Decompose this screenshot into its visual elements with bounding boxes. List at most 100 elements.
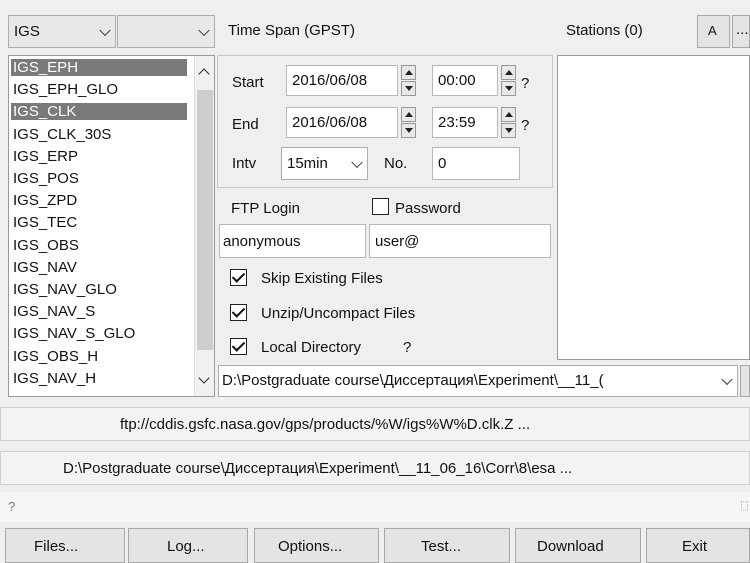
list-scrollbar[interactable] bbox=[194, 56, 214, 396]
data-type-item[interactable]: IGS_TEC bbox=[11, 214, 187, 231]
data-type-item[interactable]: IGS_CLK_30S bbox=[11, 126, 187, 143]
downloader-window: IGS IGS_EPH IGS_EPH_GLO IGS_CLK IGS_CLK_30S… bbox=[0, 0, 750, 563]
url-bar: ftp://cddis.gsfc.nasa.gov/gps/products/%… bbox=[0, 407, 750, 441]
no-label: No. bbox=[384, 155, 408, 172]
stations-all-label: A bbox=[708, 23, 717, 38]
status-text: ? bbox=[8, 499, 16, 514]
files-button[interactable]: Files... bbox=[5, 528, 125, 563]
spin-down-icon[interactable] bbox=[401, 123, 416, 138]
local-directory-label: Local Directory bbox=[261, 339, 362, 356]
data-type-item[interactable]: IGS_NAV_S bbox=[11, 303, 187, 320]
end-help[interactable]: ? bbox=[521, 117, 529, 134]
options-button-label: Options... bbox=[278, 538, 343, 555]
start-time-field[interactable]: 00:00 bbox=[432, 65, 498, 96]
path-text: D:\Postgraduate course\Диссертация\Exper… bbox=[63, 460, 573, 477]
data-type-item[interactable]: IGS_EPH_GLO bbox=[11, 81, 187, 98]
local-directory-value: D:\Postgraduate course\Диссертация\Exper… bbox=[222, 372, 604, 389]
stations-list[interactable] bbox=[557, 55, 750, 360]
scroll-up-icon[interactable] bbox=[198, 68, 210, 80]
data-type-item[interactable]: IGS_ZPD bbox=[11, 192, 187, 209]
no-value: 0 bbox=[438, 155, 447, 172]
data-type-list[interactable]: IGS_EPH IGS_EPH_GLO IGS_CLK IGS_CLK_30S IGS_… bbox=[8, 55, 215, 397]
start-time-value: 00:00 bbox=[438, 72, 476, 89]
spin-down-icon[interactable] bbox=[401, 81, 416, 96]
source-combo-value: IGS bbox=[14, 23, 40, 40]
time-span-title: Time Span (GPST) bbox=[228, 22, 355, 39]
local-directory-combo[interactable]: D:\Postgraduate course\Диссертация\Exper… bbox=[218, 365, 738, 397]
data-type-item[interactable]: IGS_POS bbox=[11, 170, 187, 187]
password-checkbox[interactable] bbox=[372, 198, 389, 215]
resize-grip-icon bbox=[741, 501, 748, 511]
local-directory-checkbox[interactable] bbox=[230, 338, 247, 355]
path-bar: D:\Postgraduate course\Диссертация\Exper… bbox=[0, 451, 750, 485]
intv-label: Intv bbox=[232, 155, 257, 172]
interval-combo[interactable]: 15min bbox=[281, 147, 368, 180]
stations-more-button[interactable]: ... bbox=[732, 15, 750, 48]
ftp-password-value: user@ bbox=[375, 233, 420, 250]
start-date-field[interactable]: 2016/06/08 bbox=[286, 65, 398, 96]
download-button[interactable]: Download bbox=[515, 528, 641, 563]
directory-browse-button[interactable] bbox=[740, 365, 750, 397]
chevron-down-icon bbox=[99, 24, 111, 36]
stations-title: Stations (0) bbox=[566, 22, 643, 39]
test-button[interactable]: Test... bbox=[384, 528, 510, 563]
spin-up-icon[interactable] bbox=[501, 107, 516, 122]
data-type-item[interactable]: IGS_NAV_GLO bbox=[11, 281, 187, 298]
options-button[interactable]: Options... bbox=[254, 528, 379, 563]
ftp-login-label: FTP Login bbox=[231, 200, 300, 217]
spin-up-icon[interactable] bbox=[401, 107, 416, 122]
data-type-item[interactable]: IGS_NAV_S_GLO bbox=[11, 325, 187, 342]
stations-all-button[interactable]: A bbox=[697, 15, 730, 48]
chevron-down-icon bbox=[721, 373, 733, 386]
log-button-label: Log... bbox=[167, 538, 205, 555]
spin-up-icon[interactable] bbox=[501, 65, 516, 80]
end-date-spinner[interactable] bbox=[401, 107, 416, 138]
exit-button[interactable]: Exit bbox=[646, 528, 750, 563]
chevron-down-icon bbox=[198, 24, 210, 36]
spin-down-icon[interactable] bbox=[501, 81, 516, 96]
spin-down-icon[interactable] bbox=[501, 123, 516, 138]
scrollbar-thumb[interactable] bbox=[197, 90, 213, 350]
start-label: Start bbox=[232, 74, 264, 91]
files-button-label: Files... bbox=[34, 538, 79, 555]
data-type-item[interactable]: IGS_EPH bbox=[11, 59, 187, 76]
start-date-spinner[interactable] bbox=[401, 65, 416, 96]
end-time-spinner[interactable] bbox=[501, 107, 516, 138]
end-date-value: 2016/06/08 bbox=[292, 114, 368, 131]
ftp-user-value: anonymous bbox=[223, 233, 301, 250]
start-help[interactable]: ? bbox=[521, 75, 529, 92]
end-time-field[interactable]: 23:59 bbox=[432, 107, 498, 138]
ftp-user-field[interactable]: anonymous bbox=[219, 224, 366, 258]
unzip-label: Unzip/Uncompact Files bbox=[261, 305, 416, 322]
test-button-label: Test... bbox=[421, 538, 462, 555]
unzip-checkbox[interactable] bbox=[230, 304, 247, 321]
source-combo[interactable]: IGS bbox=[8, 15, 116, 48]
skip-existing-label: Skip Existing Files bbox=[261, 270, 383, 287]
download-button-label: Download bbox=[537, 538, 604, 555]
log-button[interactable]: Log... bbox=[128, 528, 248, 563]
skip-existing-checkbox[interactable] bbox=[230, 269, 247, 286]
password-label: Password bbox=[395, 200, 461, 217]
end-label: End bbox=[232, 116, 259, 133]
spin-up-icon[interactable] bbox=[401, 65, 416, 80]
exit-button-label: Exit bbox=[682, 538, 708, 555]
local-directory-help[interactable]: ? bbox=[403, 339, 411, 356]
data-type-item[interactable]: IGS_CLK bbox=[11, 103, 187, 121]
scroll-down-icon[interactable] bbox=[198, 372, 210, 384]
data-type-item[interactable]: IGS_ERP bbox=[11, 148, 187, 165]
status-bar: ? bbox=[0, 492, 750, 522]
data-type-item[interactable]: IGS_NAV_H bbox=[11, 370, 187, 387]
url-text: ftp://cddis.gsfc.nasa.gov/gps/products/%… bbox=[120, 416, 531, 433]
no-field[interactable]: 0 bbox=[432, 147, 520, 180]
data-type-item[interactable]: IGS_NAV bbox=[11, 259, 187, 276]
data-type-item[interactable]: IGS_OBS bbox=[11, 237, 187, 254]
chevron-down-icon bbox=[351, 156, 363, 168]
interval-value: 15min bbox=[287, 155, 328, 172]
start-date-value: 2016/06/08 bbox=[292, 72, 368, 89]
data-type-item[interactable]: IGS_OBS_H bbox=[11, 348, 187, 365]
end-time-value: 23:59 bbox=[438, 114, 476, 131]
end-date-field[interactable]: 2016/06/08 bbox=[286, 107, 398, 138]
ftp-password-field[interactable]: user@ bbox=[369, 224, 551, 258]
start-time-spinner[interactable] bbox=[501, 65, 516, 96]
subtype-combo[interactable] bbox=[117, 15, 215, 48]
